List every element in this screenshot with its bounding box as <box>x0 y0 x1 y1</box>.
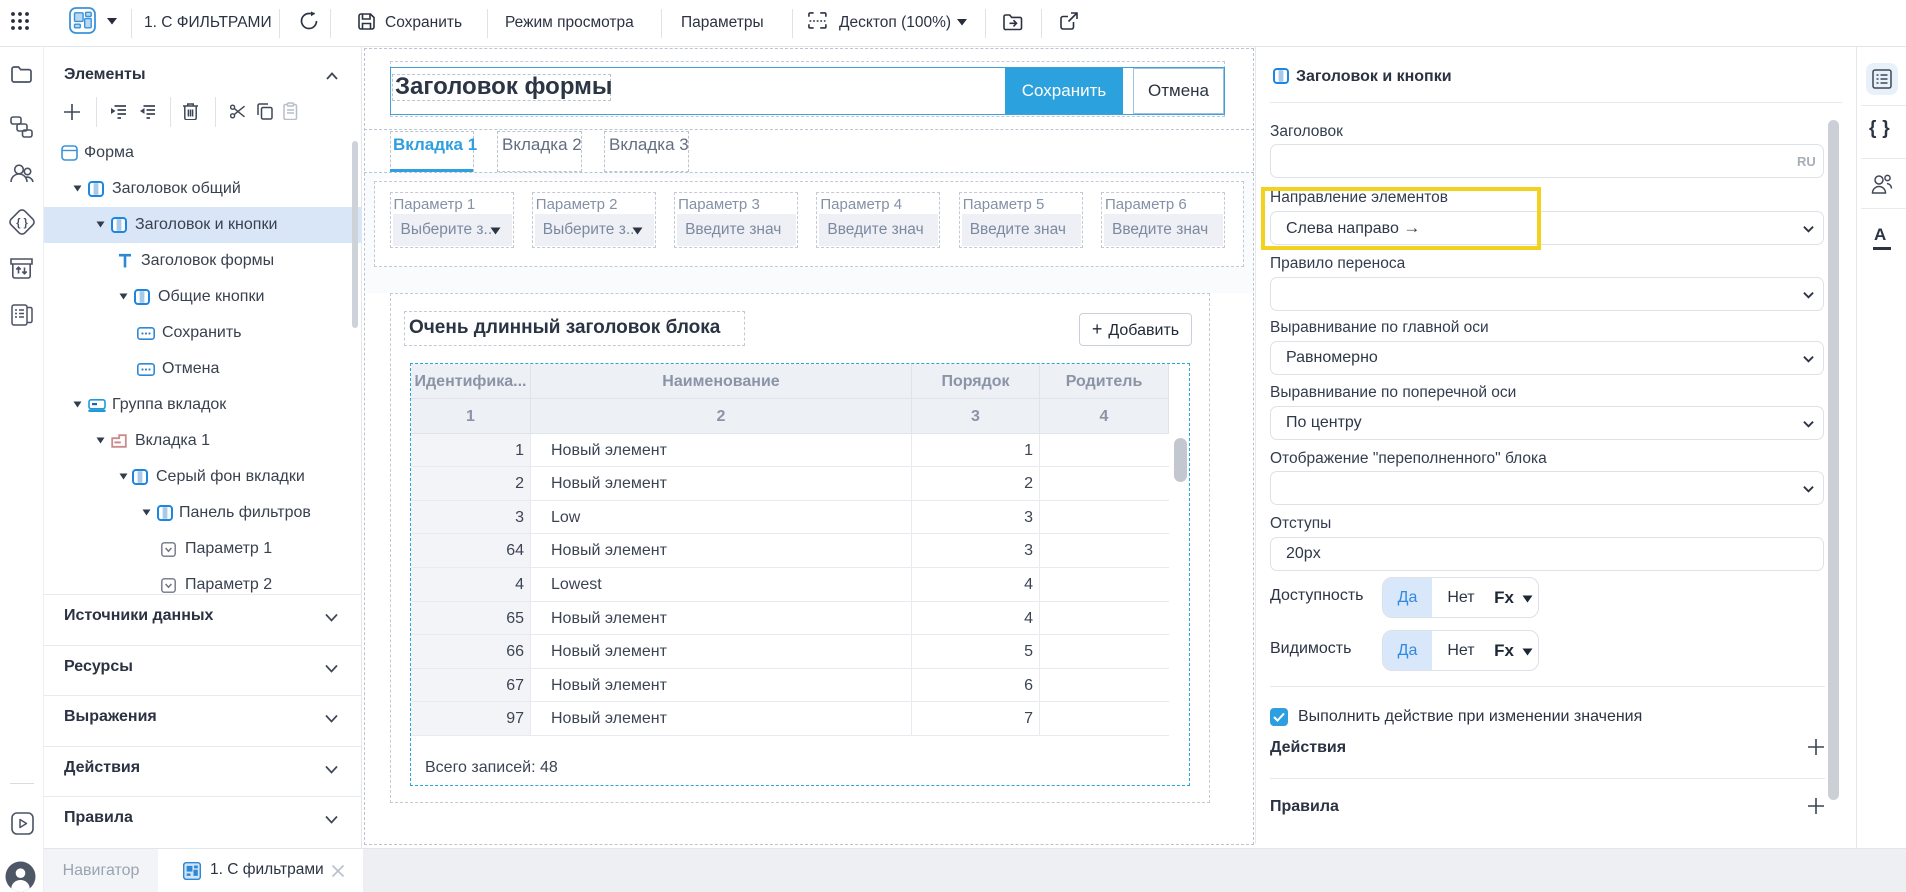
svg-text:{ }: { } <box>16 217 28 229</box>
